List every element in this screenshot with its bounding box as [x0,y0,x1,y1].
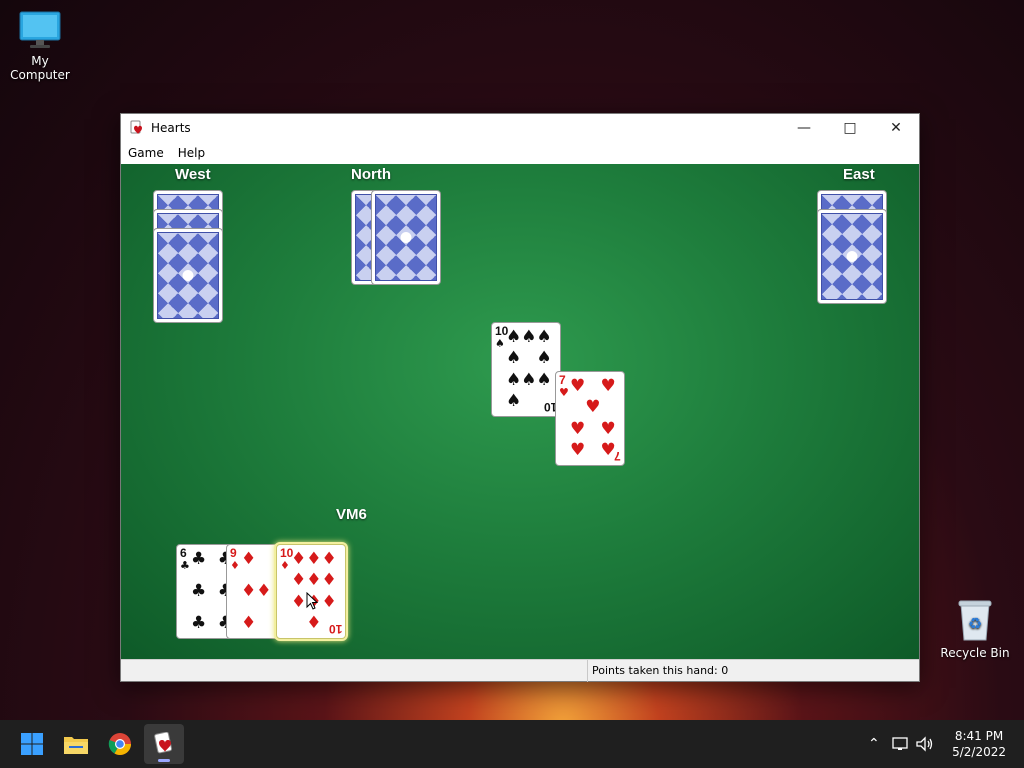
file-explorer-button[interactable] [56,724,96,764]
player-label-north: North [351,166,391,183]
maximize-button[interactable]: □ [827,114,873,142]
mouse-cursor-icon [306,592,318,610]
heart-icon: ♥ [559,386,569,399]
card-rank-bottom: 7 [614,449,621,463]
menu-game[interactable]: Game [121,146,171,160]
taskbar-clock[interactable]: 8:41 PM 5/2/2022 [952,728,1006,760]
menu-help[interactable]: Help [171,146,212,160]
player-label-west: West [175,166,211,183]
hearts-window: Hearts — □ ✕ Game Help West North East V… [120,113,920,682]
menu-bar: Game Help [121,142,919,164]
hearts-taskbar-button[interactable] [144,724,184,764]
card-back-pattern [375,194,437,281]
card-pips: ♥ ♥ ♥ ♥ ♥ ♥ ♥ [570,376,616,460]
taskbar: ⌃ 8:41 PM 5/2/2022 [0,720,1024,768]
minimize-icon: — [797,120,811,136]
start-icon [21,733,43,755]
chrome-button[interactable] [100,724,140,764]
club-icon: ♣ [180,559,190,572]
diamond-icon: ♦ [280,559,290,572]
system-tray: ⌃ [868,720,934,768]
hearts-icon [154,732,173,754]
recycle-bin-label: Recycle Bin [940,646,1010,660]
chevron-up-icon[interactable]: ⌃ [868,736,880,752]
volume-icon[interactable] [916,736,934,752]
chrome-icon [108,733,131,755]
trick-card-7-hearts: 7 ♥ ♥ ♥ ♥ ♥ ♥ ♥ ♥ 7 [555,371,625,466]
start-button[interactable] [12,724,52,764]
card-rank-bottom: 10 [328,622,342,636]
minimize-button[interactable]: — [781,114,827,142]
points-status: Points taken this hand: 0 [587,660,728,682]
my-computer-label: My Computer [10,54,70,82]
svg-text:♻: ♻ [968,614,982,633]
maximize-icon: □ [843,120,857,136]
hearts-app-icon [130,120,142,134]
recycle-bin-desktop-icon[interactable]: ♻ Recycle Bin [935,598,1015,660]
game-table: West North East VM6 10 ♠ ♠ ♠ ♠ ♠ ♠ ♠ ♠ ♠ ♠ 10 [121,164,919,660]
network-icon[interactable] [892,736,910,752]
monitor-icon [19,11,61,48]
clock-time: 8:41 PM [954,729,1004,743]
card-back-pattern [821,213,883,300]
player-label-south: VM6 [336,506,367,523]
card-rank: 6 [180,546,187,560]
recycle-bin-icon: ♻ [958,600,992,641]
trick-card-10-spades: 10 ♠ ♠ ♠ ♠ ♠ ♠ ♠ ♠ ♠ ♠ 10 [491,322,561,417]
card-back-pattern [157,232,219,319]
close-button[interactable]: ✕ [873,114,919,142]
close-icon: ✕ [890,120,902,136]
file-explorer-icon [64,737,88,754]
diamond-icon: ♦ [230,559,240,572]
east-card-back [817,209,887,304]
card-rank: 7 [559,373,566,387]
status-bar: Points taken this hand: 0 [121,659,919,682]
north-card-back [371,190,441,285]
window-title: Hearts [151,121,191,135]
west-card-back [153,228,223,323]
title-bar[interactable]: Hearts — □ ✕ [121,114,919,142]
clock-date: 5/2/2022 [952,745,1006,759]
spade-icon: ♠ [495,337,505,350]
card-rank: 9 [230,546,237,560]
player-label-east: East [843,166,875,183]
card-pips: ♠ ♠ ♠ ♠ ♠ ♠ ♠ ♠ ♠ [506,327,552,411]
my-computer-desktop-icon[interactable]: My Computer [0,10,80,82]
